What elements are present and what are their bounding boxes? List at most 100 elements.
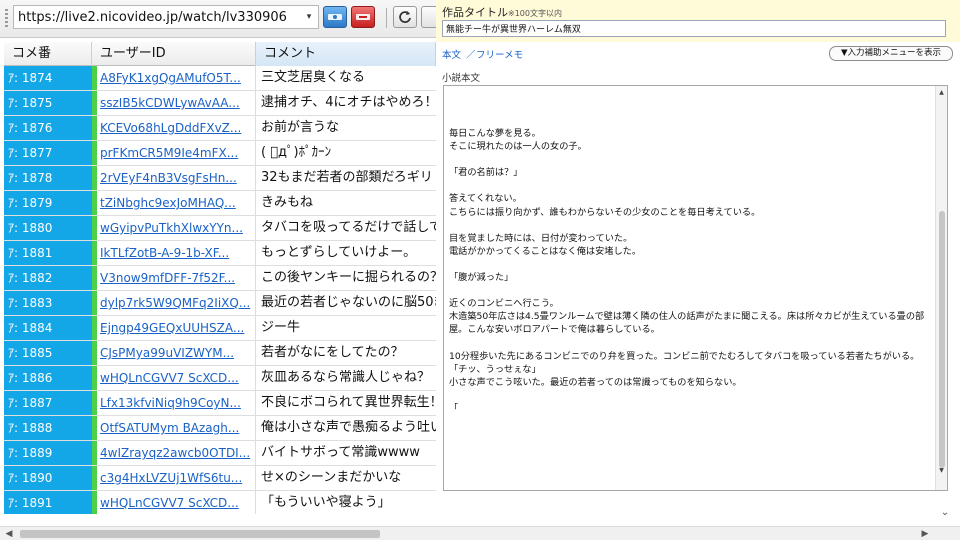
comment-cell[interactable]: お前が言うな [256,116,436,140]
user-id-link[interactable]: wHQLnCGVV7 ScXCD... [97,491,256,514]
user-id-link[interactable]: 2rVEyF4nB3VsgFsHn... [97,166,256,190]
comment-number-cell[interactable]: ｱ: 1874 [4,66,92,90]
chevron-down-icon[interactable]: ⌄ [938,506,952,520]
user-id-link[interactable]: CJsPMya99uVIZWYM... [97,341,256,365]
user-id-link[interactable]: Lfx13kfviNiq9h9CoyN... [97,391,256,415]
comment-number-cell[interactable]: ｱ: 1878 [4,166,92,190]
comment-row[interactable]: ｱ: 1885 CJsPMya99uVIZWYM... 若者がなにをしてたの？ [4,341,436,366]
disconnect-button[interactable] [351,6,375,28]
comment-number-cell[interactable]: ｱ: 1881 [4,241,92,265]
column-header-comment[interactable]: コメント [256,42,436,66]
user-id-link[interactable]: IkTLfZotB-A-9-1b-XF... [97,241,256,265]
comment-row[interactable]: ｱ: 1890 c3g4HxLVZUj1WfS6tu... せ×のシーンまだかいな [4,466,436,491]
comment-number-cell[interactable]: ｱ: 1891 [4,491,92,514]
comment-number-cell[interactable]: ｱ: 1879 [4,191,92,215]
user-id-link[interactable]: dylp7rk5W9QMFq2IiXQ... [97,291,256,315]
user-id-link[interactable]: V3now9mfDFF-7f52F... [97,266,256,290]
toolbar-grip[interactable] [5,9,8,29]
comment-cell[interactable]: 三文芝居臭くなる [256,66,436,90]
comment-cell[interactable]: 不良にボコられて異世界転生！ [256,391,436,415]
column-header-comment-number[interactable]: コメ番 [4,42,92,66]
overflow-button[interactable] [421,6,436,28]
comment-cell[interactable]: 俺は小さな声で愚痴るよう吐い [256,416,436,440]
comment-cell[interactable]: ジー牛 [256,316,436,340]
comment-number-cell[interactable]: ｱ: 1882 [4,266,92,290]
user-id-link[interactable]: wHQLnCGVV7 ScXCD... [97,366,256,390]
comment-row[interactable]: ｱ: 1874 A8FyK1xgQgAMufO5T... 三文芝居臭くなる [4,66,436,91]
refresh-button[interactable] [393,6,417,28]
connect-button[interactable] [323,6,347,28]
comment-number-cell[interactable]: ｱ: 1885 [4,341,92,365]
comment-number-cell[interactable]: ｱ: 1886 [4,366,92,390]
comment-number-cell[interactable]: ｱ: 1876 [4,116,92,140]
user-id-link[interactable]: Ejngp49GEQxUUHSZA... [97,316,256,340]
comment-row[interactable]: ｱ: 1883 dylp7rk5W9QMFq2IiXQ... 最近の若者じゃないのに… [4,291,436,316]
comment-row[interactable]: ｱ: 1884 Ejngp49GEQxUUHSZA... ジー牛 [4,316,436,341]
comment-cell[interactable]: せ×のシーンまだかいな [256,466,436,490]
column-header-user-id[interactable]: ユーザーID [92,42,256,66]
user-id-link[interactable]: tZiNbghc9exJoMHAQ... [97,191,256,215]
comment-cell[interactable]: 灰皿あるなら常識人じゃね？ [256,366,436,390]
scroll-down-icon[interactable]: ▼ [936,466,947,476]
comment-cell[interactable]: 逮捕オチ、4にオチはやめろ！ [256,91,436,115]
comment-number-cell[interactable]: ｱ: 1880 [4,216,92,240]
comment-cell[interactable]: きみもね [256,191,436,215]
tab-body[interactable]: 本文 [442,47,461,61]
novel-scroll-thumb[interactable] [939,211,945,468]
comment-cell[interactable]: ( ﾟдﾟ)ﾎﾟｶｰﾝ [256,141,436,165]
comment-row[interactable]: ｱ: 1889 4wIZrayqz2awcb0OTDI... バイトサボって常識ww… [4,441,436,466]
horizontal-scroll-thumb[interactable] [20,530,380,538]
comment-cell[interactable]: 「もういいや寝よう」 [256,491,436,514]
comment-cell[interactable]: 最近の若者じゃないのに脳50ぎ [256,291,436,315]
scroll-right-icon[interactable]: ▶ [918,527,932,541]
user-id-link[interactable]: OtfSATUMym BAzagh... [97,416,256,440]
comment-row[interactable]: ｱ: 1876 KCEVo68hLgDddFXvZ... お前が言うな [4,116,436,141]
comment-number-cell[interactable]: ｱ: 1883 [4,291,92,315]
novel-vertical-scrollbar[interactable]: ▲ ▼ [935,86,947,490]
comment-cell[interactable]: バイトサボって常識wwww [256,441,436,465]
user-id-link[interactable]: wGyipvPuTkhXlwxYYn... [97,216,256,240]
comment-number-cell[interactable]: ｱ: 1889 [4,441,92,465]
scroll-left-icon[interactable]: ◀ [2,527,16,541]
comment-row[interactable]: ｱ: 1891 wHQLnCGVV7 ScXCD... 「もういいや寝よう」 [4,491,436,514]
scroll-up-icon[interactable]: ▲ [936,88,947,98]
comment-number-cell[interactable]: ｱ: 1887 [4,391,92,415]
comment-row[interactable]: ｱ: 1878 2rVEyF4nB3VsgFsHn... 32もまだ若者の部類だろギ… [4,166,436,191]
comment-row[interactable]: ｱ: 1879 tZiNbghc9exJoMHAQ... きみもね [4,191,436,216]
user-id-link[interactable]: sszIB5kCDWLywAvAA... [97,91,256,115]
user-id-link[interactable]: KCEVo68hLgDddFXvZ... [97,116,256,140]
comment-cell[interactable]: もっとずらしていけよー。 [256,241,436,265]
input-assist-menu-button[interactable]: ▼入力補助メニューを表示 [829,46,953,61]
comment-row[interactable]: ｱ: 1886 wHQLnCGVV7 ScXCD... 灰皿あるなら常識人じゃね？ [4,366,436,391]
comment-cell[interactable]: 若者がなにをしてたの？ [256,341,436,365]
comment-number-cell[interactable]: ｱ: 1888 [4,416,92,440]
novel-body-textarea[interactable]: 毎日こんな夢を見る。 そこに現れたのは一人の女の子。 「君の名前は？」 答えてく… [443,85,948,491]
horizontal-scrollbar[interactable]: ◀ ▶ [0,526,960,540]
tab-free-memo[interactable]: フリーメモ [476,47,523,61]
comment-row[interactable]: ｱ: 1887 Lfx13kfviNiq9h9CoyN... 不良にボコられて異世界… [4,391,436,416]
user-id-link[interactable]: prFKmCR5M9Ie4mFX... [97,141,256,165]
novel-body-text[interactable]: 毎日こんな夢を見る。 そこに現れたのは一人の女の子。 「君の名前は？」 答えてく… [449,127,935,415]
user-id-link[interactable]: c3g4HxLVZUj1WfS6tu... [97,466,256,490]
comment-number-cell[interactable]: ｱ: 1875 [4,91,92,115]
comment-row[interactable]: ｱ: 1881 IkTLfZotB-A-9-1b-XF... もっとずらしていけよー… [4,241,436,266]
comment-cell[interactable]: タバコを吸ってるだけで話してな [256,216,436,240]
comment-row[interactable]: ｱ: 1888 OtfSATUMym BAzagh... 俺は小さな声で愚痴るよう吐… [4,416,436,441]
title-label: 作品タイトル※100文字以内 [442,4,562,20]
chevron-down-icon[interactable]: ▾ [302,10,316,24]
comment-number-cell[interactable]: ｱ: 1890 [4,466,92,490]
comment-row[interactable]: ｱ: 1882 V3now9mfDFF-7f52F... この後ヤンキーに掘られるの… [4,266,436,291]
novel-editor-panel: 作品タイトル※100文字以内 本文 ／ フリーメモ ▼入力補助メニューを表示 小… [436,0,960,526]
comment-cell[interactable]: 32もまだ若者の部類だろギリ [256,166,436,190]
comment-number-cell[interactable]: ｱ: 1877 [4,141,92,165]
title-input[interactable] [442,20,946,37]
comment-row[interactable]: ｱ: 1880 wGyipvPuTkhXlwxYYn... タバコを吸ってるだけで話… [4,216,436,241]
user-id-link[interactable]: 4wIZrayqz2awcb0OTDI... [97,441,256,465]
url-input[interactable] [18,8,298,27]
comment-cell[interactable]: この後ヤンキーに掘られるの？ [256,266,436,290]
url-combobox[interactable]: ▾ [13,5,319,29]
comment-row[interactable]: ｱ: 1875 sszIB5kCDWLywAvAA... 逮捕オチ、4にオチはやめろ… [4,91,436,116]
comment-row[interactable]: ｱ: 1877 prFKmCR5M9Ie4mFX...( ﾟдﾟ)ﾎﾟｶｰﾝ [4,141,436,166]
comment-number-cell[interactable]: ｱ: 1884 [4,316,92,340]
user-id-link[interactable]: A8FyK1xgQgAMufO5T... [97,66,256,90]
